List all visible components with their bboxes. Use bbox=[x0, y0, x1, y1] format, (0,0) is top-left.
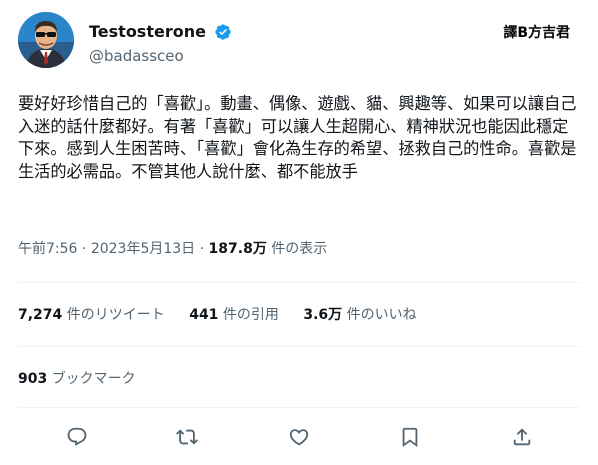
bookmark-button[interactable] bbox=[397, 424, 423, 450]
tweet-actions bbox=[18, 424, 580, 450]
share-button[interactable] bbox=[509, 424, 535, 450]
bookmark-icon bbox=[402, 427, 418, 448]
meta-separator: · bbox=[199, 241, 209, 257]
likes-stat[interactable]: 3.6万 件のいいね bbox=[303, 307, 416, 323]
views-label: 件の表示 bbox=[271, 241, 328, 257]
quotes-label: 件の引用 bbox=[222, 307, 279, 323]
retweets-stat[interactable]: 7,274 件のリツイート bbox=[18, 307, 165, 323]
divider bbox=[18, 282, 580, 283]
like-button[interactable] bbox=[286, 424, 312, 450]
tweet-header: Testosterone @badassceo 譯B方吉君 bbox=[18, 12, 580, 72]
divider bbox=[18, 407, 580, 408]
likes-count: 3.6万 bbox=[303, 307, 343, 323]
like-icon bbox=[289, 429, 309, 446]
author-handle[interactable]: @badassceo bbox=[89, 46, 232, 66]
tweet-time[interactable]: 午前7:56 bbox=[18, 241, 77, 257]
tweet-meta: 午前7:56 · 2023年5月13日 · 187.8万 件の表示 bbox=[18, 238, 327, 258]
avatar-image bbox=[18, 12, 74, 68]
bookmarks-count: 903 bbox=[18, 371, 48, 387]
bookmarks-label: ブックマーク bbox=[51, 371, 136, 387]
author-display-name[interactable]: Testosterone bbox=[89, 22, 206, 42]
retweet-icon bbox=[176, 429, 198, 445]
avatar[interactable] bbox=[18, 12, 74, 68]
meta-separator: · bbox=[81, 241, 91, 257]
tweet-text: 要好好珍惜自己的「喜歡」。動畫、偶像、遊戲、貓、興趣等、如果可以讓自己入迷的話什… bbox=[18, 94, 577, 181]
retweets-label: 件のリツイート bbox=[66, 307, 165, 323]
translator-watermark: 譯B方吉君 bbox=[503, 25, 570, 41]
retweets-count: 7,274 bbox=[18, 307, 63, 323]
likes-label: 件のいいね bbox=[346, 307, 417, 323]
divider bbox=[18, 346, 580, 347]
quotes-stat[interactable]: 441 件の引用 bbox=[189, 307, 279, 323]
tweet-date[interactable]: 2023年5月13日 bbox=[91, 241, 195, 257]
engagement-stats: 7,274 件のリツイート 441 件の引用 3.6万 件のいいね bbox=[18, 304, 437, 324]
quotes-count: 441 bbox=[189, 307, 219, 323]
views-count: 187.8万 bbox=[208, 241, 267, 257]
share-icon bbox=[513, 428, 531, 446]
retweet-button[interactable] bbox=[174, 424, 200, 450]
verified-badge-icon[interactable] bbox=[214, 23, 232, 41]
reply-icon bbox=[67, 427, 87, 446]
author-info: Testosterone @badassceo bbox=[89, 21, 232, 66]
reply-button[interactable] bbox=[64, 424, 90, 450]
bookmarks-stat[interactable]: 903 ブックマーク bbox=[18, 368, 136, 388]
